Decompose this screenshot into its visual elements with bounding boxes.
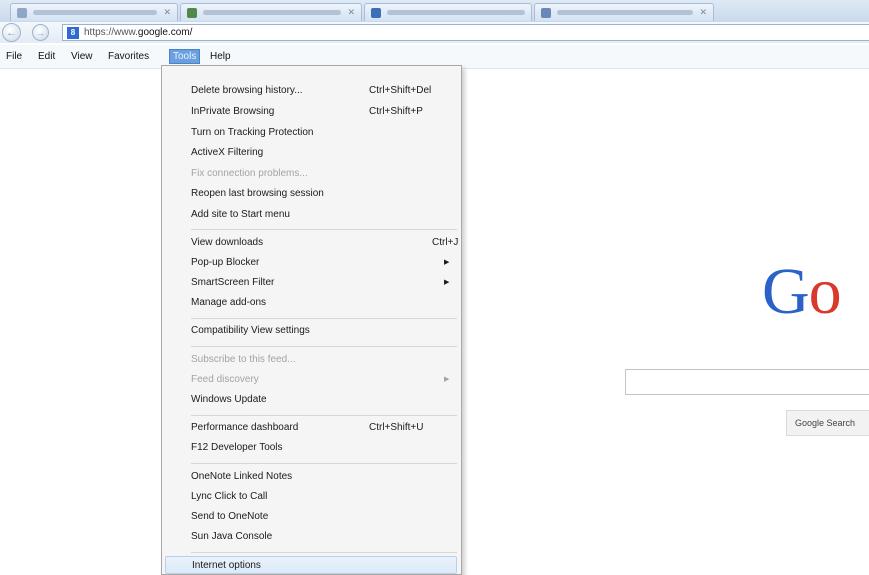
menu-item-view-downloads[interactable]: View downloads Ctrl+J bbox=[191, 234, 461, 252]
menu-view[interactable]: View bbox=[69, 50, 95, 64]
url-domain: google.com/ bbox=[137, 27, 193, 38]
back-button[interactable]: ← bbox=[2, 23, 21, 42]
menu-item-shortcut: Ctrl+J bbox=[432, 237, 459, 248]
menu-item-label: View downloads bbox=[191, 237, 264, 248]
tab-favicon-icon bbox=[187, 7, 197, 18]
menu-item-label: SmartScreen Filter bbox=[191, 277, 275, 288]
back-arrow-icon: ← bbox=[6, 26, 17, 39]
tab-title-blurred bbox=[33, 10, 158, 15]
menu-item-shortcut: Ctrl+Shift+U bbox=[369, 422, 424, 433]
menu-item-compatibility-view-settings[interactable]: Compatibility View settings bbox=[191, 322, 461, 340]
menu-item-add-site-to-start[interactable]: Add site to Start menu bbox=[191, 206, 461, 224]
tab-favicon-icon bbox=[371, 7, 381, 18]
url-text[interactable]: https://www.google.com/ bbox=[84, 27, 192, 38]
tab-title-blurred bbox=[557, 10, 694, 15]
google-search-button[interactable]: Google Search bbox=[786, 410, 869, 436]
menu-tools[interactable]: Tools bbox=[169, 49, 201, 64]
tab-title-blurred bbox=[203, 10, 342, 15]
menu-separator bbox=[191, 346, 457, 347]
submenu-arrow-icon: ▶ bbox=[444, 259, 450, 266]
address-bar[interactable]: 8 https://www.google.com/ bbox=[62, 24, 869, 41]
logo-letter-g: G bbox=[762, 255, 810, 328]
tools-dropdown-menu: Delete browsing history... Ctrl+Shift+Del… bbox=[161, 65, 462, 575]
google-search-input[interactable] bbox=[625, 369, 869, 395]
browser-tab[interactable]: ✕ bbox=[534, 3, 714, 21]
menu-item-fix-connection-problems: Fix connection problems... bbox=[191, 168, 308, 179]
menu-item-manage-addons[interactable]: Manage add-ons bbox=[191, 294, 461, 312]
tab-favicon-icon bbox=[17, 7, 27, 18]
navigation-bar: ← → 8 https://www.google.com/ bbox=[0, 22, 869, 43]
menu-edit[interactable]: Edit bbox=[36, 50, 57, 64]
tab-favicon-icon bbox=[541, 7, 551, 18]
menu-item-send-to-onenote[interactable]: Send to OneNote bbox=[191, 508, 461, 526]
menu-item-internet-options[interactable]: Internet options bbox=[165, 556, 457, 574]
tab-title-blurred bbox=[387, 10, 525, 15]
tab-close-icon[interactable]: ✕ bbox=[347, 7, 355, 18]
menu-item-feed-discovery: Feed discovery ▶ bbox=[191, 371, 461, 389]
menu-separator bbox=[191, 318, 457, 319]
menu-separator bbox=[191, 229, 457, 230]
google-logo: Go bbox=[762, 255, 842, 328]
tab-close-icon[interactable]: ✕ bbox=[163, 7, 171, 18]
menu-item-label: Pop-up Blocker bbox=[191, 257, 260, 268]
logo-letter-o: o bbox=[808, 255, 842, 328]
menu-item-sun-java-console[interactable]: Sun Java Console bbox=[191, 528, 461, 546]
menu-item-delete-browsing-history[interactable]: Delete browsing history... Ctrl+Shift+Del bbox=[191, 82, 461, 100]
menu-item-shortcut: Ctrl+Shift+Del bbox=[369, 85, 432, 96]
menu-item-windows-update[interactable]: Windows Update bbox=[191, 391, 461, 409]
submenu-arrow-icon: ▶ bbox=[444, 376, 450, 383]
menu-help[interactable]: Help bbox=[208, 50, 233, 64]
browser-tab[interactable]: ✕ bbox=[10, 3, 178, 21]
menu-item-tracking-protection[interactable]: Turn on Tracking Protection bbox=[191, 124, 461, 142]
menu-item-onenote-linked-notes[interactable]: OneNote Linked Notes bbox=[191, 468, 461, 486]
menu-item-shortcut: Ctrl+Shift+P bbox=[369, 106, 423, 117]
menu-item-label: InPrivate Browsing bbox=[191, 106, 275, 117]
menu-separator bbox=[191, 415, 457, 416]
menu-separator bbox=[191, 552, 457, 553]
forward-arrow-icon: → bbox=[36, 27, 45, 38]
menu-item-popup-blocker[interactable]: Pop-up Blocker ▶ bbox=[191, 254, 461, 272]
menu-item-f12-developer-tools[interactable]: F12 Developer Tools bbox=[191, 439, 461, 457]
menu-item-inprivate-browsing[interactable]: InPrivate Browsing Ctrl+Shift+P bbox=[191, 103, 461, 121]
menu-item-label: Performance dashboard bbox=[191, 422, 299, 433]
menu-favorites[interactable]: Favorites bbox=[106, 50, 151, 64]
menu-item-label: Feed discovery bbox=[191, 374, 259, 385]
menu-separator bbox=[191, 463, 457, 464]
menu-item-activex-filtering[interactable]: ActiveX Filtering bbox=[191, 144, 461, 162]
menu-file[interactable]: File bbox=[4, 50, 24, 64]
forward-button[interactable]: → bbox=[32, 24, 49, 41]
menu-item-reopen-last-session[interactable]: Reopen last browsing session bbox=[191, 185, 461, 203]
menu-item-subscribe-to-feed: Subscribe to this feed... bbox=[191, 354, 296, 365]
menu-item-performance-dashboard[interactable]: Performance dashboard Ctrl+Shift+U bbox=[191, 419, 461, 437]
tab-strip: ✕ ✕ ✕ bbox=[0, 0, 869, 22]
menu-item-smartscreen-filter[interactable]: SmartScreen Filter ▶ bbox=[191, 274, 461, 292]
tab-close-icon[interactable]: ✕ bbox=[699, 7, 707, 18]
submenu-arrow-icon: ▶ bbox=[444, 279, 450, 286]
google-favicon-icon: 8 bbox=[67, 26, 79, 39]
browser-tab[interactable]: ✕ bbox=[180, 3, 362, 21]
url-prefix: https://www. bbox=[84, 27, 138, 38]
browser-tab[interactable] bbox=[364, 3, 532, 21]
menu-item-lync-click-to-call[interactable]: Lync Click to Call bbox=[191, 488, 461, 506]
menu-item-label: Delete browsing history... bbox=[191, 85, 303, 96]
